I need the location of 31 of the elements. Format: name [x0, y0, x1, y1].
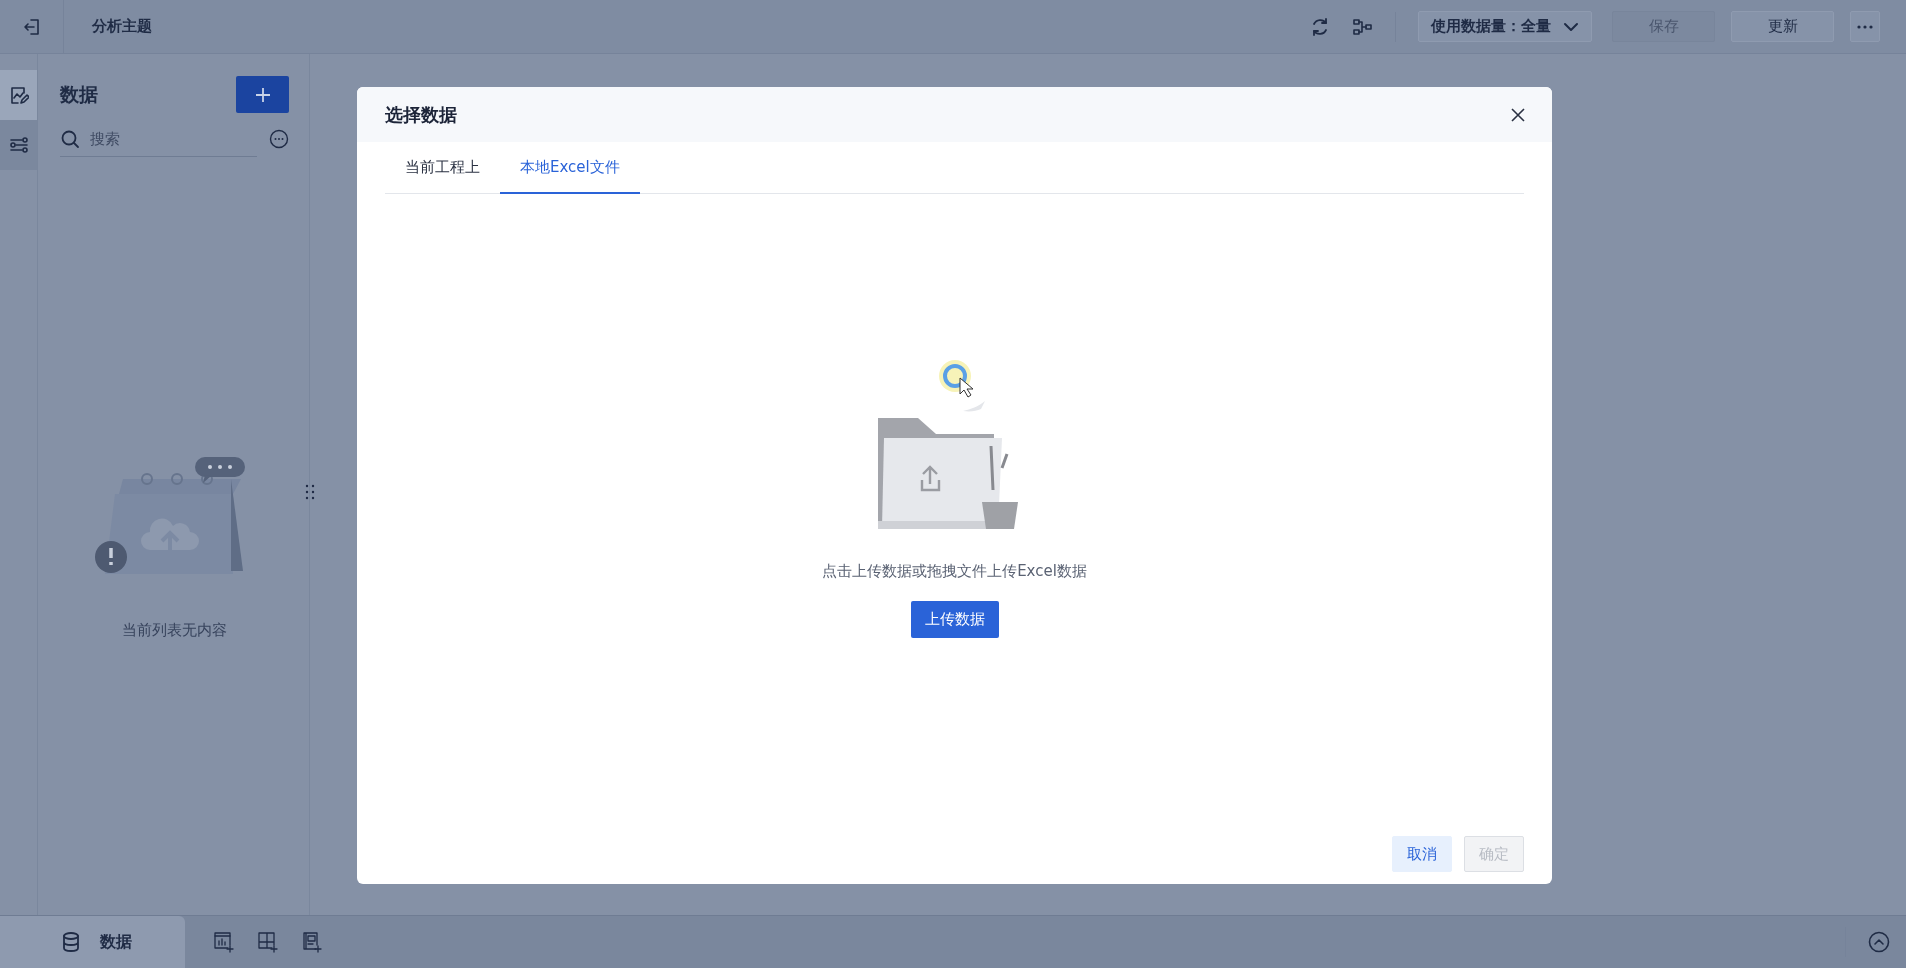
- sliders-icon: [8, 135, 29, 155]
- search-icon: [60, 128, 80, 149]
- chevron-down-icon: [1563, 21, 1579, 32]
- more-icon: [1857, 24, 1873, 29]
- plus-icon: [254, 86, 271, 103]
- chevron-up-circle-icon[interactable]: [1868, 931, 1890, 953]
- upload-button[interactable]: 上传数据: [910, 601, 999, 638]
- more-options-icon[interactable]: [269, 129, 289, 149]
- bottom-tab[interactable]: 数据: [0, 915, 185, 968]
- add-report-icon[interactable]: [301, 931, 323, 953]
- panel-title: 数据: [60, 81, 98, 107]
- upload-hint: 点击上传数据或拖拽文件上传Excel数据: [822, 562, 1087, 581]
- chart-edit-icon: [8, 85, 29, 105]
- data-volume-select[interactable]: 使用数据量：全量: [1418, 11, 1592, 42]
- drag-handle-icon[interactable]: [305, 484, 315, 500]
- refresh-icon[interactable]: [1310, 16, 1330, 37]
- add-chart-icon[interactable]: [213, 931, 235, 953]
- search-field[interactable]: 搜索: [88, 128, 218, 149]
- exit-icon[interactable]: [21, 16, 42, 37]
- add-layout-icon[interactable]: [257, 931, 279, 953]
- flow-icon[interactable]: [1352, 16, 1372, 37]
- page-title: 分析主题: [92, 17, 152, 36]
- dialog-tab[interactable]: 本地Excel文件: [500, 142, 640, 194]
- dialog-title: 选择数据: [385, 102, 457, 127]
- database-icon: [62, 932, 80, 952]
- dialog-button[interactable]: 取消: [1392, 836, 1452, 872]
- add-button[interactable]: [236, 76, 289, 113]
- dialog-tab[interactable]: 当前工程上: [385, 142, 500, 194]
- close-icon[interactable]: [1510, 106, 1526, 123]
- empty-message: 当前列表无内容: [122, 621, 227, 640]
- toolbar-button[interactable]: 更新: [1731, 11, 1834, 42]
